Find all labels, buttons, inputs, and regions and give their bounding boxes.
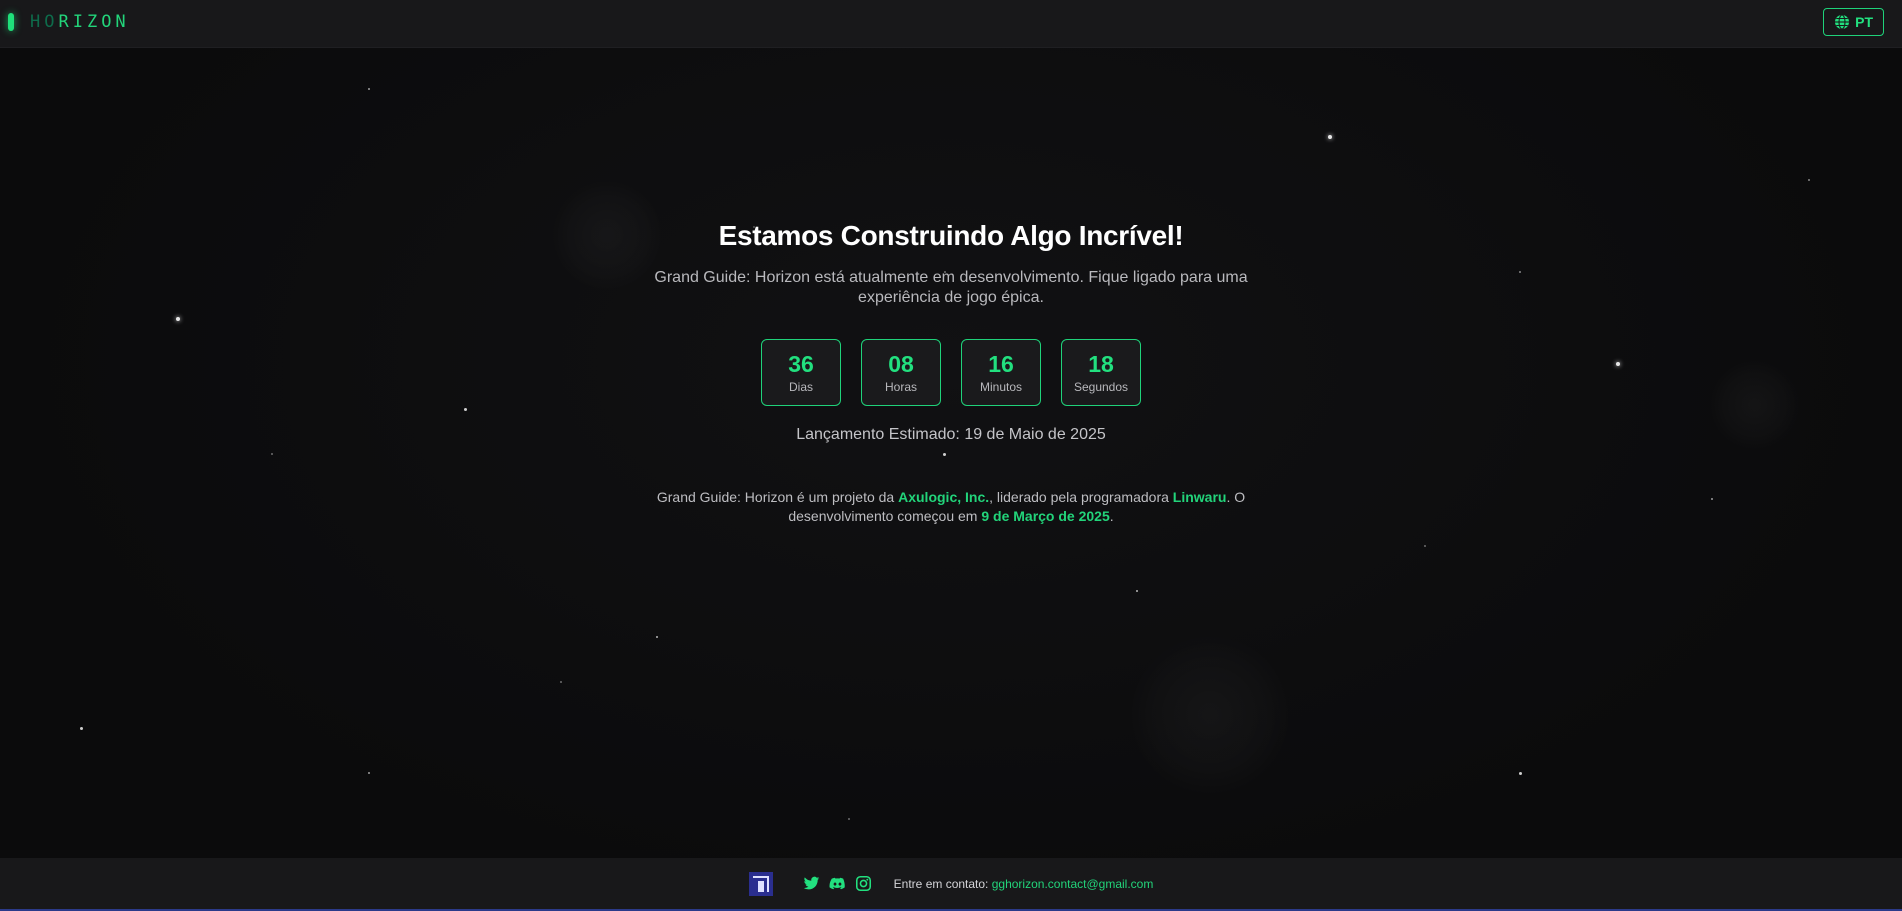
countdown-label: Minutos xyxy=(979,380,1023,394)
developer-link[interactable]: Linwaru xyxy=(1173,489,1227,505)
countdown-seconds: 18 Segundos xyxy=(1061,339,1141,406)
countdown-minutes: 16 Minutos xyxy=(961,339,1041,406)
logo-text-dim: HO xyxy=(30,12,59,32)
star xyxy=(1519,772,1522,775)
page-subtitle: Grand Guide: Horizon está atualmente em … xyxy=(654,269,1248,306)
star xyxy=(368,88,370,90)
discord-icon[interactable] xyxy=(829,875,846,892)
glow-orb xyxy=(1130,635,1290,795)
page-title: Estamos Construindo Algo Incrível! xyxy=(718,220,1184,251)
star xyxy=(560,681,562,683)
credits-text: , liderado pela programadora xyxy=(989,489,1173,505)
social-links xyxy=(803,875,872,892)
main-content: Estamos Construindo Algo Incrível! Grand… xyxy=(0,220,1902,526)
logo-text-bright: RIZON xyxy=(58,12,130,32)
countdown-value: 08 xyxy=(888,351,914,377)
contact-label: Entre em contato: xyxy=(893,876,992,891)
logo-pill-icon xyxy=(8,13,14,31)
countdown-label: Dias xyxy=(788,380,813,394)
axulogic-logo-icon[interactable] xyxy=(748,871,773,896)
star xyxy=(1328,135,1332,139)
globe-icon xyxy=(1835,14,1850,30)
horizon-logo[interactable]: HORIZON xyxy=(8,12,130,32)
countdown-label: Horas xyxy=(884,380,917,394)
footer: Entre em contato: gghorizon.contact@gmai… xyxy=(0,858,1902,909)
countdown-value: 16 xyxy=(988,351,1014,377)
countdown-hours: 08 Horas xyxy=(861,339,941,406)
logo-text: HORIZON xyxy=(30,12,130,32)
language-button[interactable]: PT xyxy=(1823,8,1884,36)
company-link[interactable]: Axulogic, Inc. xyxy=(898,489,989,505)
instagram-icon[interactable] xyxy=(855,875,872,892)
star xyxy=(848,818,850,820)
credits-text: Grand Guide: Horizon é um projeto da xyxy=(656,489,899,505)
top-navbar: HORIZON PT xyxy=(0,0,1902,48)
contact-info: Entre em contato: gghorizon.contact@gmai… xyxy=(894,877,1154,891)
countdown-days: 36 Dias xyxy=(761,339,841,406)
star xyxy=(1136,590,1138,592)
star xyxy=(1424,545,1426,547)
start-date: 9 de Março de 2025 xyxy=(981,508,1110,524)
countdown-label: Segundos xyxy=(1073,380,1129,394)
countdown-value: 18 xyxy=(1088,351,1114,377)
star xyxy=(80,727,83,730)
countdown-value: 36 xyxy=(788,351,814,377)
countdown-timer: 36 Dias 08 Horas 16 Minutos 18 Segundos xyxy=(0,339,1902,406)
twitter-icon[interactable] xyxy=(803,875,820,892)
star xyxy=(656,636,658,638)
star xyxy=(1808,179,1810,181)
credits-text: . xyxy=(1109,508,1114,524)
contact-email-link[interactable]: gghorizon.contact@gmail.com xyxy=(992,877,1154,891)
page: HORIZON PT Estamos Construindo Algo Incr… xyxy=(0,0,1902,911)
project-credits: Grand Guide: Horizon é um projeto da Axu… xyxy=(651,488,1251,526)
star xyxy=(368,772,370,774)
language-label: PT xyxy=(1855,14,1873,30)
launch-estimate: Lançamento Estimado: 19 de Maio de 2025 xyxy=(796,426,1106,443)
